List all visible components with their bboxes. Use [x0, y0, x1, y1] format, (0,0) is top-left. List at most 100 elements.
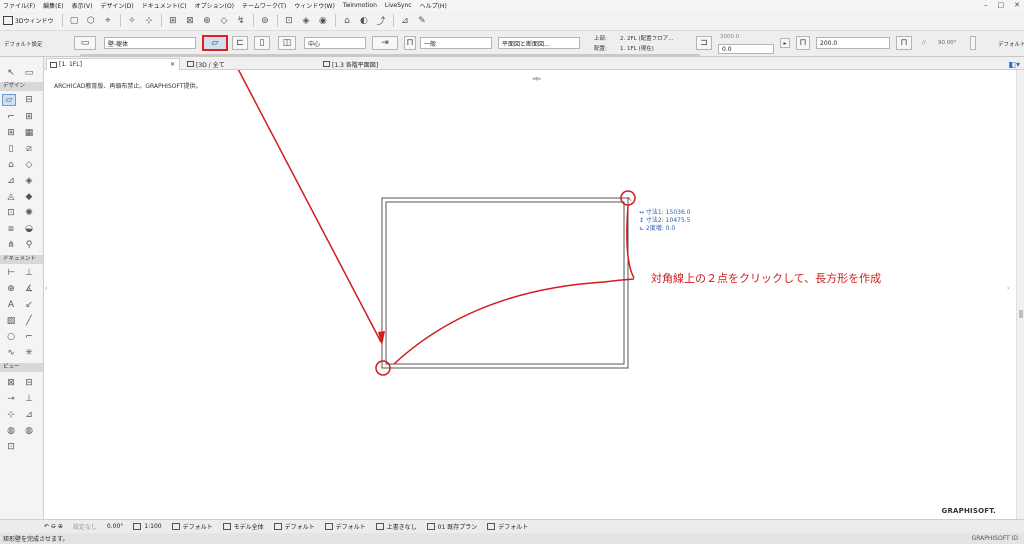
pen-set-item[interactable]: デフォルト: [273, 522, 315, 531]
beam-tool-icon[interactable]: ▯: [4, 143, 18, 155]
close-button[interactable]: ✕: [1014, 1, 1020, 9]
structure-item[interactable]: デフォルト: [487, 522, 528, 531]
menu-view[interactable]: 表示(V): [72, 1, 93, 10]
scrollbar-thumb[interactable]: [1019, 310, 1023, 318]
document-header[interactable]: ドキュメント: [0, 255, 43, 264]
top-link-value[interactable]: 2. 2FL (配置フロア...: [620, 34, 673, 42]
vertical-scrollbar[interactable]: [1016, 70, 1024, 519]
morph-icon[interactable]: ✎: [414, 14, 429, 28]
hotspot-tool-icon[interactable]: ✳: [22, 347, 36, 359]
view-header[interactable]: ビュー: [0, 363, 43, 372]
navigator-icon[interactable]: ◧▾: [1008, 60, 1020, 69]
menu-options[interactable]: オプション(O): [195, 1, 234, 10]
geometry-method-icon[interactable]: ▭: [74, 36, 96, 50]
stair-tool-icon[interactable]: ⊿: [4, 175, 18, 187]
3d-view-icon[interactable]: ⬡: [83, 14, 98, 28]
scale-item[interactable]: 1:100: [133, 523, 162, 530]
section-tool-icon[interactable]: ⊸: [4, 393, 18, 405]
curtain-wall-tool-icon[interactable]: ⊟: [22, 94, 36, 106]
layer-combo-icon[interactable]: ⊚: [257, 14, 272, 28]
tab-3d[interactable]: [3D / 全て]: [184, 58, 224, 70]
polyline-tool-icon[interactable]: ⌐: [22, 331, 36, 343]
skylight-tool-icon[interactable]: ⧈: [4, 223, 18, 235]
snap-icon[interactable]: ⊹: [141, 14, 156, 28]
radial-dimension-tool-icon[interactable]: ⊕: [4, 283, 18, 295]
label-tool-icon[interactable]: ↙: [22, 299, 36, 311]
grid-snap-icon[interactable]: ⊠: [182, 14, 197, 28]
offset-field[interactable]: 0.0: [718, 44, 774, 54]
interior-elevation-tool-icon[interactable]: ⊹: [4, 409, 18, 421]
door-tool-icon[interactable]: ⌐: [4, 111, 18, 123]
publish-icon[interactable]: ⤴: [373, 14, 388, 28]
grid-icon[interactable]: ⊞: [165, 14, 180, 28]
wall-type-icon[interactable]: ◫: [278, 36, 296, 50]
trace-icon[interactable]: ◇: [216, 14, 231, 28]
gravity-icon[interactable]: ⊕: [199, 14, 214, 28]
graphisoft-id-button[interactable]: GRAPHISOFT ID: [972, 535, 1018, 542]
slanted-wall-icon[interactable]: ▯: [254, 36, 270, 50]
default-settings-label[interactable]: デフォルト設定: [4, 40, 43, 48]
text-tool-icon[interactable]: A: [4, 299, 18, 311]
composite-select[interactable]: 一般: [420, 37, 492, 49]
tab-1fl[interactable]: [1. 1FL] ×: [46, 58, 180, 70]
wall-direction-icon[interactable]: ⊏: [232, 36, 248, 50]
element-info-icon[interactable]: ⊡: [281, 14, 296, 28]
infobox-scrollbar[interactable]: [80, 54, 700, 56]
detail-tool-icon[interactable]: ◍: [4, 425, 18, 437]
arc-tool-icon[interactable]: ○: [4, 331, 18, 343]
elevation-tool-icon[interactable]: ⊥: [22, 393, 36, 405]
drawing-tool-icon[interactable]: ⊟: [22, 377, 36, 389]
marker-tool-icon[interactable]: ⚲: [22, 239, 36, 251]
model-view-item[interactable]: モデル全体: [222, 522, 264, 531]
menu-document[interactable]: ドキュメント(C): [142, 1, 187, 10]
slab-tool-icon[interactable]: ⧄: [22, 143, 36, 155]
renovation-icon[interactable]: ◉: [315, 14, 330, 28]
undo-zoom-icon[interactable]: ↶ ⊖ ⊕: [44, 523, 63, 530]
tab-close-icon[interactable]: ×: [170, 61, 175, 68]
3d-window-button[interactable]: 3Dウィンドウ: [3, 16, 53, 25]
tab-floor-plans[interactable]: [1.3 各階平面図]: [320, 58, 470, 70]
thickness-field[interactable]: 200.0: [816, 37, 890, 49]
figure-tool-icon[interactable]: ⊠: [4, 377, 18, 389]
menu-help[interactable]: ヘルプ(H): [420, 1, 447, 10]
camera-icon[interactable]: ⌂: [339, 14, 354, 28]
floor-plan-icon[interactable]: ▢: [66, 14, 81, 28]
zoom-setting[interactable]: 設定なし: [73, 522, 97, 531]
link-toggle-icon[interactable]: ▸: [780, 38, 790, 48]
layer-combo-item[interactable]: デフォルト: [171, 522, 213, 531]
level-dimension-tool-icon[interactable]: ⊥: [22, 267, 36, 279]
morph-tool-icon[interactable]: ◆: [22, 191, 36, 203]
spline-tool-icon[interactable]: ∿: [4, 347, 18, 359]
reference-line-select[interactable]: 中心: [304, 37, 366, 49]
lamp-tool-icon[interactable]: ✺: [22, 207, 36, 219]
line-tool-icon[interactable]: ╱: [22, 315, 36, 327]
window-tool-icon[interactable]: ⊞: [22, 111, 36, 123]
structure-view-select[interactable]: 平面図と断面図...: [498, 37, 580, 49]
dimension-tool-icon[interactable]: ⊢: [4, 267, 18, 279]
reference-offset-icon[interactable]: ⇥: [372, 36, 398, 50]
offset-icon[interactable]: ↯: [233, 14, 248, 28]
wall-tool-icon[interactable]: ▱: [2, 94, 16, 106]
roof-tool-icon[interactable]: ⌂: [4, 159, 18, 171]
shell-tool-icon[interactable]: ◇: [22, 159, 36, 171]
dimension-item[interactable]: デフォルト: [324, 522, 366, 531]
wall-profile-icon[interactable]: ⊓: [896, 36, 912, 50]
menu-design[interactable]: デザイン(D): [100, 1, 133, 10]
menu-twinmotion[interactable]: Twinmotion: [343, 2, 377, 9]
menu-livesync[interactable]: LiveSync: [385, 2, 412, 9]
wall-start-icon[interactable]: ⊓: [404, 36, 416, 50]
rectangle-wall-method-icon[interactable]: ▱: [202, 35, 228, 51]
measure-icon[interactable]: ⊿: [397, 14, 412, 28]
grid-tool-icon[interactable]: ⋔: [4, 239, 18, 251]
home-story-value[interactable]: 1. 1FL (現在): [620, 44, 654, 52]
fill-tool-icon[interactable]: ▨: [4, 315, 18, 327]
arrow-tool-icon[interactable]: ↖: [4, 67, 18, 79]
object-tool-icon[interactable]: ⊞: [4, 127, 18, 139]
minimize-button[interactable]: –: [984, 1, 988, 9]
maximize-button[interactable]: □: [998, 1, 1005, 9]
worksheet-tool-icon[interactable]: ⊿: [22, 409, 36, 421]
rotation-value[interactable]: 0.00°: [107, 523, 123, 530]
pointer-icon[interactable]: ⌖: [100, 14, 115, 28]
magic-wand-icon[interactable]: ✧: [124, 14, 139, 28]
right-panel-label[interactable]: デフォルト: [998, 40, 1024, 48]
